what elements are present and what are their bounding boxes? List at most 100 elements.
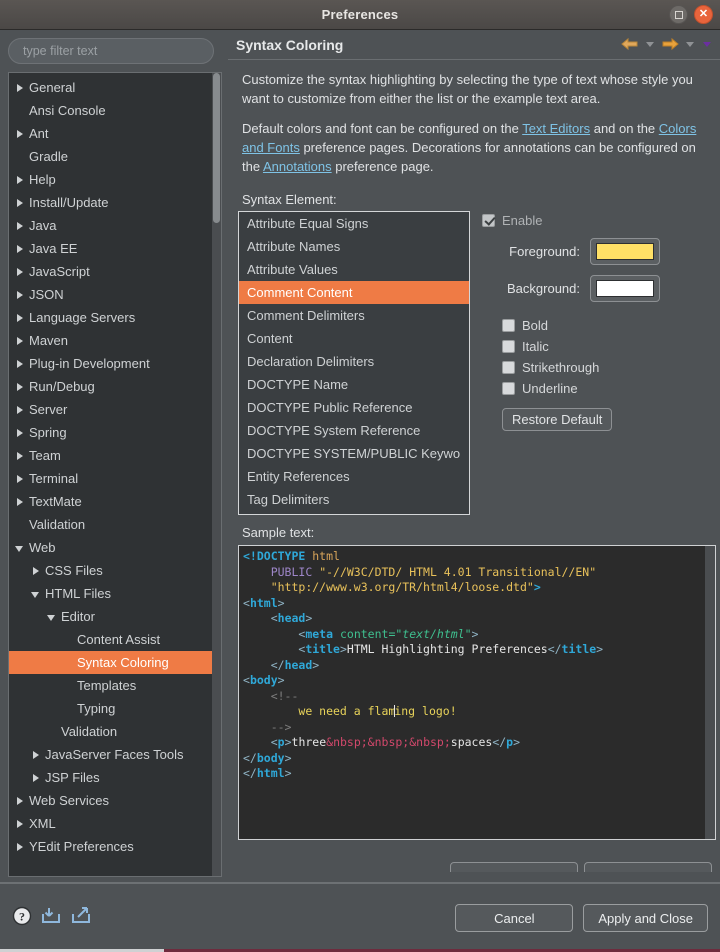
- sidebar-item-syntax-coloring[interactable]: Syntax Coloring: [9, 651, 221, 674]
- restore-defaults-button[interactable]: [450, 862, 578, 872]
- apply-button[interactable]: [584, 862, 712, 872]
- link-annotations[interactable]: Annotations: [263, 159, 332, 174]
- sidebar-scrollbar[interactable]: [212, 73, 221, 876]
- syntax-element-item[interactable]: Tag Delimiters: [239, 488, 469, 511]
- sidebar-item-validation[interactable]: Validation: [9, 720, 221, 743]
- sidebar-item-xml[interactable]: XML: [9, 812, 221, 835]
- sidebar-item-css-files[interactable]: CSS Files: [9, 559, 221, 582]
- sidebar-item-web-services[interactable]: Web Services: [9, 789, 221, 812]
- sidebar-item-textmate[interactable]: TextMate: [9, 490, 221, 513]
- sidebar-item-json[interactable]: JSON: [9, 283, 221, 306]
- sidebar-item-html-files[interactable]: HTML Files: [9, 582, 221, 605]
- chevron-right-icon[interactable]: [13, 495, 27, 509]
- chevron-right-icon[interactable]: [13, 127, 27, 141]
- chevron-right-icon[interactable]: [13, 196, 27, 210]
- syntax-element-item[interactable]: DOCTYPE System Reference: [239, 419, 469, 442]
- strikethrough-checkbox-row[interactable]: Strikethrough: [502, 360, 710, 375]
- sidebar-item-content-assist[interactable]: Content Assist: [9, 628, 221, 651]
- sidebar-item-server[interactable]: Server: [9, 398, 221, 421]
- underline-checkbox[interactable]: [502, 382, 515, 395]
- import-icon[interactable]: [40, 906, 62, 931]
- forward-arrow-icon[interactable]: [660, 35, 680, 53]
- chevron-right-icon[interactable]: [13, 265, 27, 279]
- sidebar-item-ansi-console[interactable]: Ansi Console: [9, 99, 221, 122]
- chevron-right-icon[interactable]: [13, 357, 27, 371]
- apply-and-close-button[interactable]: Apply and Close: [583, 904, 708, 932]
- bold-checkbox-row[interactable]: Bold: [502, 318, 710, 333]
- sidebar-item-java-ee[interactable]: Java EE: [9, 237, 221, 260]
- sample-editor-scrollbar[interactable]: [705, 546, 715, 839]
- help-icon[interactable]: ?: [12, 906, 32, 931]
- sidebar-item-terminal[interactable]: Terminal: [9, 467, 221, 490]
- close-icon[interactable]: ✕: [694, 5, 713, 24]
- sidebar-item-java[interactable]: Java: [9, 214, 221, 237]
- sidebar-item-gradle[interactable]: Gradle: [9, 145, 221, 168]
- chevron-right-icon[interactable]: [29, 771, 43, 785]
- back-arrow-icon[interactable]: [620, 35, 640, 53]
- chevron-right-icon[interactable]: [13, 817, 27, 831]
- sidebar-item-team[interactable]: Team: [9, 444, 221, 467]
- forward-menu-chevron-down-icon[interactable]: [683, 35, 697, 53]
- syntax-element-item[interactable]: Content: [239, 327, 469, 350]
- chevron-right-icon[interactable]: [13, 840, 27, 854]
- view-menu-chevron-down-icon[interactable]: [700, 35, 714, 53]
- cancel-button[interactable]: Cancel: [455, 904, 574, 932]
- sidebar-item-templates[interactable]: Templates: [9, 674, 221, 697]
- syntax-element-item[interactable]: DOCTYPE SYSTEM/PUBLIC Keywo: [239, 442, 469, 465]
- sidebar-item-install-update[interactable]: Install/Update: [9, 191, 221, 214]
- chevron-down-icon[interactable]: [45, 610, 59, 624]
- sidebar-item-maven[interactable]: Maven: [9, 329, 221, 352]
- sidebar-item-language-servers[interactable]: Language Servers: [9, 306, 221, 329]
- maximize-icon[interactable]: [669, 5, 688, 24]
- chevron-right-icon[interactable]: [13, 219, 27, 233]
- chevron-right-icon[interactable]: [29, 564, 43, 578]
- chevron-right-icon[interactable]: [13, 242, 27, 256]
- back-menu-chevron-down-icon[interactable]: [643, 35, 657, 53]
- sidebar-item-spring[interactable]: Spring: [9, 421, 221, 444]
- syntax-element-item[interactable]: DOCTYPE Name: [239, 373, 469, 396]
- chevron-right-icon[interactable]: [13, 794, 27, 808]
- chevron-right-icon[interactable]: [13, 403, 27, 417]
- filter-input[interactable]: [8, 38, 214, 64]
- chevron-right-icon[interactable]: [13, 380, 27, 394]
- sidebar-item-typing[interactable]: Typing: [9, 697, 221, 720]
- sample-code[interactable]: <!DOCTYPE html PUBLIC "-//W3C/DTD/ HTML …: [239, 546, 715, 782]
- sidebar-item-general[interactable]: General: [9, 76, 221, 99]
- restore-default-button[interactable]: Restore Default: [502, 408, 613, 431]
- chevron-right-icon[interactable]: [13, 311, 27, 325]
- strikethrough-checkbox[interactable]: [502, 361, 515, 374]
- foreground-color-button[interactable]: [590, 238, 660, 265]
- syntax-element-item[interactable]: Attribute Equal Signs: [239, 212, 469, 235]
- syntax-element-item[interactable]: Comment Delimiters: [239, 304, 469, 327]
- chevron-right-icon[interactable]: [13, 81, 27, 95]
- sidebar-item-help[interactable]: Help: [9, 168, 221, 191]
- chevron-down-icon[interactable]: [29, 587, 43, 601]
- chevron-down-icon[interactable]: [13, 541, 27, 555]
- sidebar-item-web[interactable]: Web: [9, 536, 221, 559]
- sidebar-item-ant[interactable]: Ant: [9, 122, 221, 145]
- sidebar-item-javascript[interactable]: JavaScript: [9, 260, 221, 283]
- sidebar-item-javaserver-faces-tools[interactable]: JavaServer Faces Tools: [9, 743, 221, 766]
- syntax-element-item[interactable]: Comment Content: [239, 281, 469, 304]
- italic-checkbox[interactable]: [502, 340, 515, 353]
- bold-checkbox[interactable]: [502, 319, 515, 332]
- chevron-right-icon[interactable]: [13, 173, 27, 187]
- syntax-element-item[interactable]: DOCTYPE Public Reference: [239, 396, 469, 419]
- chevron-right-icon[interactable]: [13, 334, 27, 348]
- italic-checkbox-row[interactable]: Italic: [502, 339, 710, 354]
- chevron-right-icon[interactable]: [13, 449, 27, 463]
- export-icon[interactable]: [70, 906, 92, 931]
- sidebar-item-editor[interactable]: Editor: [9, 605, 221, 628]
- sample-text-editor[interactable]: <!DOCTYPE html PUBLIC "-//W3C/DTD/ HTML …: [238, 545, 716, 840]
- sidebar-item-run-debug[interactable]: Run/Debug: [9, 375, 221, 398]
- syntax-element-item[interactable]: Attribute Names: [239, 235, 469, 258]
- chevron-right-icon[interactable]: [29, 748, 43, 762]
- chevron-right-icon[interactable]: [13, 426, 27, 440]
- underline-checkbox-row[interactable]: Underline: [502, 381, 710, 396]
- enable-checkbox[interactable]: [482, 214, 495, 227]
- sidebar-item-yedit-preferences[interactable]: YEdit Preferences: [9, 835, 221, 858]
- sidebar-item-jsp-files[interactable]: JSP Files: [9, 766, 221, 789]
- syntax-element-item[interactable]: Declaration Delimiters: [239, 350, 469, 373]
- syntax-element-item[interactable]: Entity References: [239, 465, 469, 488]
- link-text-editors[interactable]: Text Editors: [522, 121, 590, 136]
